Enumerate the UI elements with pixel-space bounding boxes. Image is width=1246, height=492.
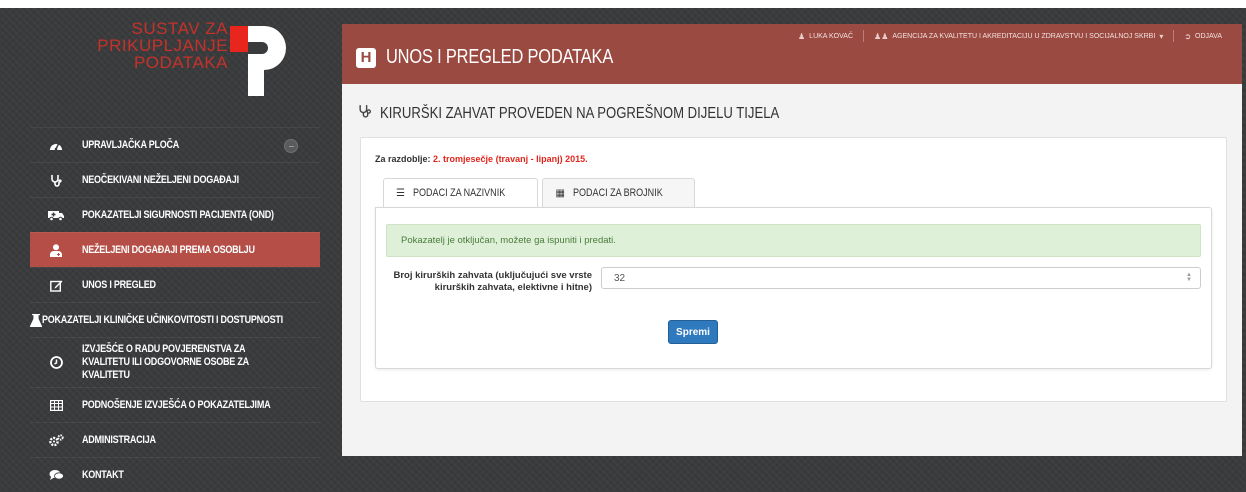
sidebar-item-label: Podnošenje izvješća o pokazateljima: [82, 398, 271, 411]
section-title: Kirurški zahvat proveden na pogrešnom di…: [380, 104, 780, 122]
agency-name: Agencija za kvalitetu i akreditaciju u z…: [892, 32, 1156, 40]
user-icon: ♟: [798, 31, 806, 41]
sidebar-item-dashboard[interactable]: Upravljačka ploča: [30, 127, 320, 162]
status-alert: Pokazatelj je otključan, možete ga ispun…: [386, 224, 1201, 257]
page-brand: H Unos i pregled podataka: [356, 46, 663, 69]
user-name: Luka Kovač: [809, 32, 854, 40]
sidebar-item-patient-safety[interactable]: Pokazatelji sigurnosti pacijenta (OND): [30, 197, 320, 232]
app-logo[interactable]: SUSTAV ZA PRIKUPLJANJE PODATAKA: [30, 8, 320, 108]
save-button[interactable]: Spremi: [668, 320, 718, 344]
tab-numerator[interactable]: ▦ Podaci za brojnik: [542, 178, 696, 207]
data-tabs: ☰ Podaci za nazivnik ▦ Podaci za brojnik: [383, 178, 699, 207]
logo-line-3: PODATAKA: [133, 53, 228, 72]
input-value: 32: [614, 272, 626, 284]
logout-label: Odjava: [1195, 32, 1222, 40]
sidebar-item-label: Unos i pregled: [82, 278, 156, 291]
top-nav: ♟ Luka Kovač ♟♟ Agencija za kvalitetu i …: [788, 30, 1232, 42]
sidebar-item-label: Pokazatelji sigurnosti pacijenta (OND): [82, 208, 274, 221]
agency-menu[interactable]: ♟♟ Agencija za kvalitetu i akreditaciju …: [863, 30, 1173, 42]
sidebar-item-administration[interactable]: Administracija: [30, 422, 320, 457]
indicator-panel: Za razdoblje: 2. tromjesečje (travanj - …: [360, 137, 1227, 402]
caret-down-icon: ▾: [1159, 31, 1164, 41]
top-bar: H Unos i pregled podataka ♟ Luka Kovač ♟…: [342, 24, 1242, 84]
list-icon: ☰: [396, 187, 405, 199]
tab-denominator[interactable]: ☰ Podaci za nazivnik: [383, 178, 539, 207]
sidebar-item-label: Kontakt: [82, 468, 124, 481]
collapse-toggle-icon[interactable]: [284, 139, 298, 153]
ambulance-icon: [30, 209, 82, 221]
sidebar-nav: Upravljačka ploča Neočekivani neželjeni …: [30, 127, 320, 492]
sidebar-item-contact[interactable]: Kontakt: [30, 457, 320, 492]
cogs-icon: [30, 433, 82, 447]
logo-line-2: PRIKUPLJANJE: [97, 36, 228, 55]
logo-p-mark-icon: [230, 26, 286, 96]
flask-icon: [30, 313, 42, 327]
stethoscope-icon: [30, 174, 82, 187]
sidebar-item-label: Neželjeni događaji prema osoblju: [82, 243, 255, 256]
sidebar-item-submit-report[interactable]: Podnošenje izvješća o pokazateljima: [30, 387, 320, 422]
reporting-period: Za razdoblje: 2. tromjesečje (travanj - …: [375, 154, 588, 164]
clock-icon: [30, 356, 82, 369]
sidebar-item-label: Izvješće o radu povjerenstva za kvalitet…: [82, 343, 249, 381]
sidebar: SUSTAV ZA PRIKUPLJANJE PODATAKA Upravlja…: [30, 8, 320, 492]
user-menu[interactable]: ♟ Luka Kovač: [788, 30, 863, 42]
period-value: 2. tromjesečje (travanj - lipanj) 2015.: [433, 154, 588, 164]
period-label: Za razdoblje:: [375, 154, 431, 164]
sidebar-item-unexpected-events[interactable]: Neočekivani neželjeni događaji: [30, 162, 320, 197]
tab-label: Podaci za brojnik: [572, 187, 663, 199]
sidebar-item-label: Neočekivani neželjeni događaji: [82, 173, 239, 186]
section-heading: Kirurški zahvat proveden na pogrešnom di…: [358, 104, 867, 123]
edit-icon: [30, 279, 82, 292]
sidebar-item-label: Upravljačka ploča: [82, 138, 180, 151]
logo-text: SUSTAV ZA PRIKUPLJANJE PODATAKA: [97, 20, 228, 71]
hospital-h-icon: H: [356, 47, 376, 68]
tab-label: Podaci za nazivnik: [412, 187, 506, 199]
sidebar-item-label: Administracija: [82, 433, 156, 446]
sidebar-item-clinical-efficiency[interactable]: Pokazatelji kliničke učinkovitosti i dos…: [30, 302, 320, 337]
user-medical-icon: [30, 243, 82, 257]
surgical-count-label: Broj kirurških zahvata (uključujući sve …: [393, 270, 592, 293]
surgical-count-input[interactable]: 32 ▲ ▼: [601, 267, 1201, 289]
app-background: SUSTAV ZA PRIKUPLJANJE PODATAKA Upravlja…: [0, 8, 1246, 492]
dashboard-icon: [30, 139, 82, 151]
table-icon: ▦: [555, 187, 565, 199]
logo-line-1: SUSTAV ZA: [131, 19, 228, 38]
page-title: Unos i pregled podataka: [386, 46, 614, 68]
tab-content: Pokazatelj je otključan, možete ga ispun…: [375, 207, 1212, 369]
number-spinner-icon[interactable]: ▲ ▼: [1186, 272, 1192, 283]
sidebar-item-quality-report[interactable]: Izvješće o radu povjerenstva za kvalitet…: [30, 337, 320, 387]
sidebar-item-staff-events[interactable]: Neželjeni događaji prema osoblju: [30, 232, 320, 267]
users-icon: ♟♟: [874, 31, 889, 41]
sidebar-item-entry-review[interactable]: Unos i pregled: [30, 267, 320, 302]
logout-link[interactable]: ➲ Odjava: [1173, 30, 1232, 42]
stethoscope-icon: [358, 104, 372, 123]
sign-out-icon: ➲: [1184, 31, 1192, 41]
comments-icon: [30, 469, 82, 481]
table-icon: [30, 399, 82, 411]
sidebar-item-label: Pokazatelji kliničke učinkovitosti i dos…: [42, 313, 283, 326]
main-content: H Unos i pregled podataka ♟ Luka Kovač ♟…: [342, 24, 1242, 456]
